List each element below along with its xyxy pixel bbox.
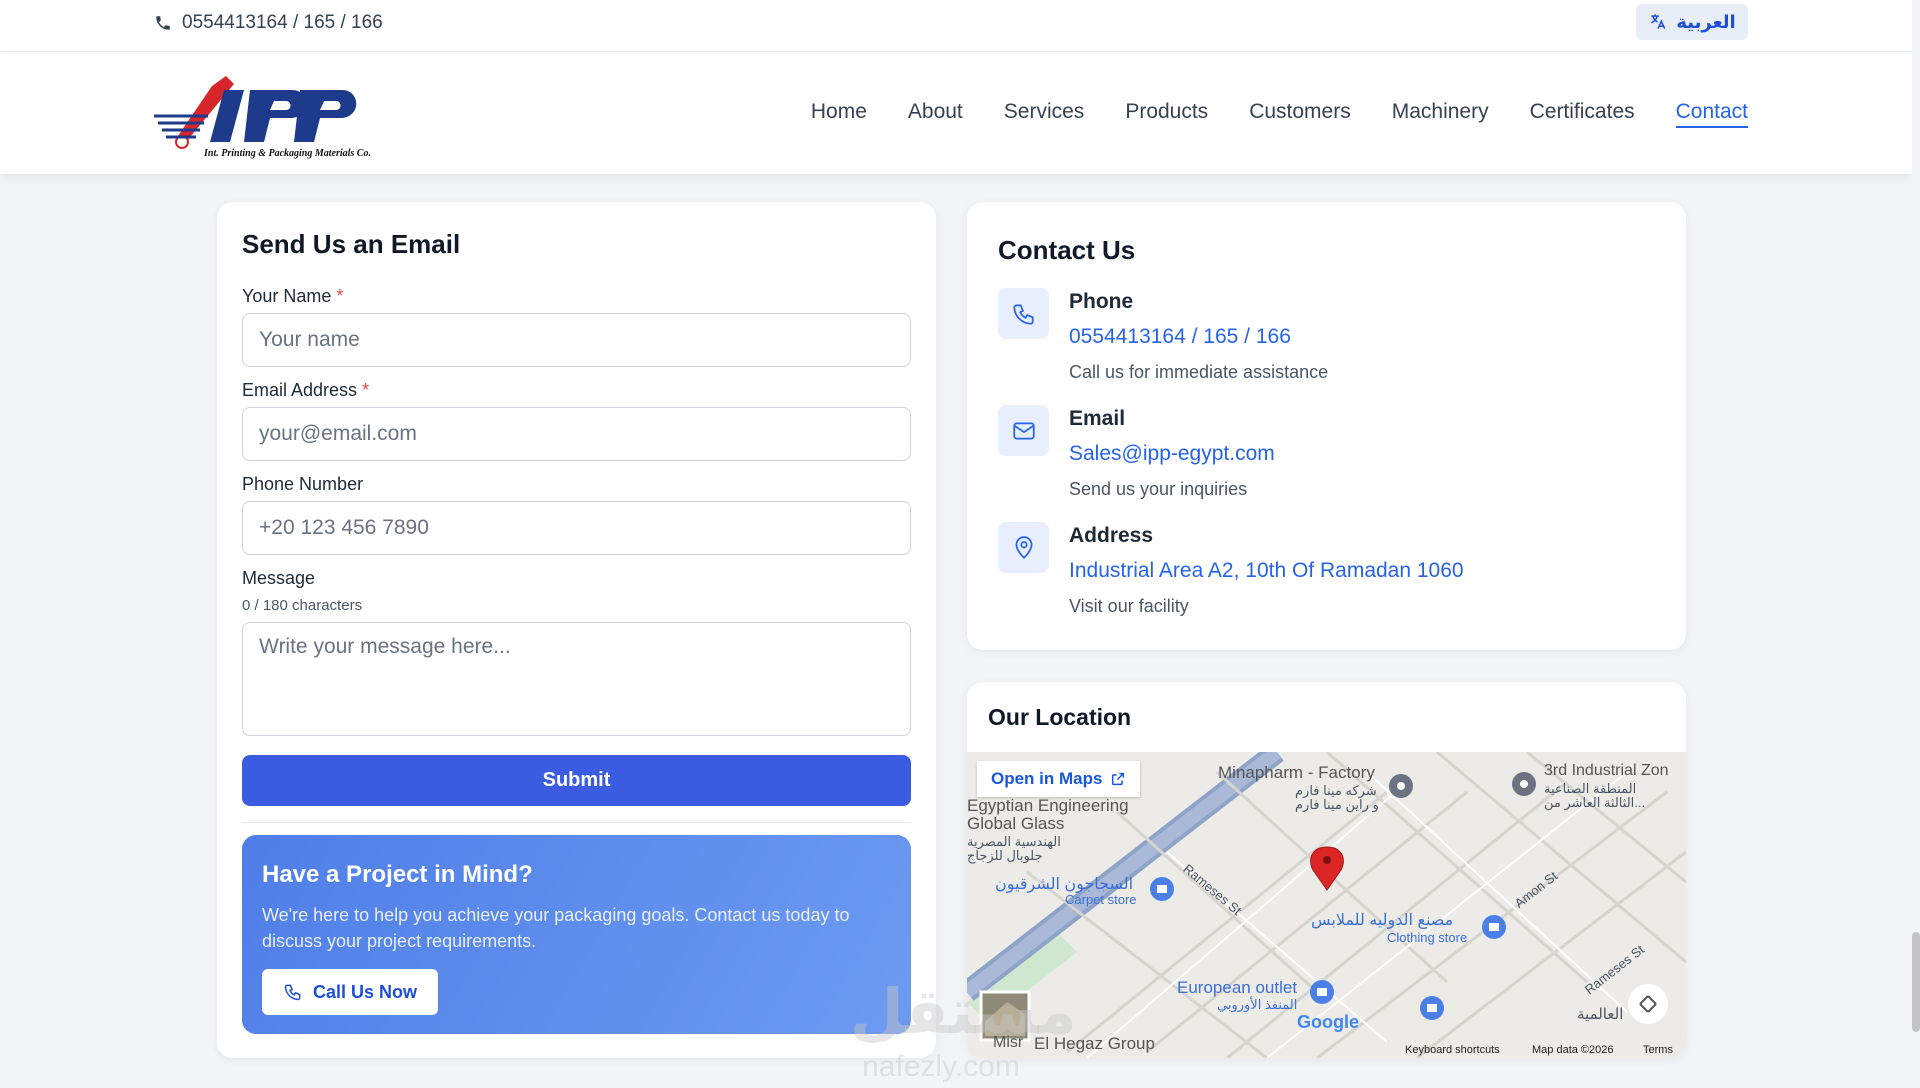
- name-label-text: Your Name: [242, 286, 332, 306]
- contact-address-sub: Visit our facility: [1069, 596, 1189, 616]
- contact-email-link[interactable]: Sales@ipp-egypt.com: [1069, 442, 1275, 466]
- site-header: Int. Printing & Packaging Materials Co. …: [0, 52, 1912, 174]
- map-label-industrial-zone: 3rd Industrial Zon: [1544, 762, 1669, 779]
- nav-machinery[interactable]: Machinery: [1392, 100, 1489, 128]
- phone-label: Phone Number: [242, 474, 364, 494]
- top-bar: 0554413164 / 165 / 166 العربية: [0, 0, 1912, 52]
- contact-phone-link[interactable]: 0554413164 / 165 / 166: [1069, 325, 1291, 349]
- call-us-now-label: Call Us Now: [312, 981, 418, 1002]
- external-link-icon: [1112, 772, 1125, 786]
- map-label-european-outlet: European outlet: [1177, 978, 1298, 997]
- name-label: Your Name *: [242, 286, 343, 307]
- language-switch-button[interactable]: العربية: [1636, 4, 1748, 40]
- nav-products[interactable]: Products: [1125, 100, 1208, 128]
- required-mark: *: [336, 286, 344, 306]
- message-textarea[interactable]: [242, 622, 911, 736]
- map-label-alamia: العالمية: [1577, 1006, 1624, 1023]
- map-label-carpet-store: Carpet store: [1065, 892, 1137, 907]
- page-scrollbar[interactable]: [1912, 0, 1920, 1088]
- main-nav: Home About Services Products Customers M…: [811, 100, 1748, 128]
- message-label: Message: [242, 568, 316, 588]
- logo-subtitle: Int. Printing & Packaging Materials Co.: [203, 148, 371, 159]
- map-label-minapharm: Minapharm - Factory: [1218, 763, 1375, 782]
- message-char-counter: 0 / 180 characters: [242, 597, 363, 614]
- open-in-maps-label: Open in Maps: [991, 769, 1103, 788]
- open-in-maps-button[interactable]: Open in Maps: [977, 761, 1141, 797]
- watermark-domain: nafezly.com: [862, 1050, 1020, 1083]
- name-input[interactable]: [242, 313, 911, 367]
- map-data-credit: Map data ©2026: [1532, 1044, 1614, 1056]
- nav-certificates[interactable]: Certificates: [1530, 100, 1635, 128]
- map-label-global-glass: Global Glass: [967, 814, 1065, 833]
- map-terms-link[interactable]: Terms: [1643, 1044, 1673, 1056]
- nav-contact[interactable]: Contact: [1675, 100, 1748, 128]
- scrollbar-thumb[interactable]: [1912, 932, 1920, 1032]
- call-us-now-button[interactable]: Call Us Now: [262, 969, 438, 1015]
- email-input[interactable]: [242, 407, 911, 461]
- mail-icon: [998, 405, 1049, 456]
- email-label: Email Address *: [242, 380, 369, 401]
- contact-phone-title: Phone: [1069, 290, 1134, 313]
- watermark: مستقل: [850, 978, 1077, 1047]
- nav-customers[interactable]: Customers: [1249, 100, 1351, 128]
- email-label-text: Email Address: [242, 380, 358, 400]
- contact-info-card: Contact Us Phone 0554413164 / 165 / 166 …: [967, 202, 1686, 650]
- contact-title: Contact Us: [998, 235, 1136, 265]
- nav-home[interactable]: Home: [811, 100, 867, 128]
- contact-address-link[interactable]: Industrial Area A2, 10th Of Ramadan 1060: [1069, 559, 1464, 583]
- map-pin-icon: [998, 522, 1049, 573]
- phone-icon: [284, 984, 301, 1001]
- google-logo: Google: [1297, 1012, 1359, 1032]
- map-label-industrial-zone-ar2: الثالثة العاشر من...: [1544, 795, 1646, 810]
- company-logo[interactable]: Int. Printing & Packaging Materials Co.: [152, 70, 402, 160]
- phone-icon: [998, 288, 1049, 339]
- map-keyboard-shortcuts[interactable]: Keyboard shortcuts: [1405, 1044, 1500, 1056]
- location-title: Our Location: [988, 704, 1132, 730]
- translate-icon: [1651, 14, 1666, 29]
- nav-services[interactable]: Services: [1004, 100, 1085, 128]
- map-label-european-outlet-ar: المنفذ الأوروبي: [1217, 997, 1298, 1012]
- promo-text: We're here to help you achieve your pack…: [262, 905, 850, 951]
- promo-title: Have a Project in Mind?: [262, 861, 533, 888]
- map-label-clothing-store: Clothing store: [1387, 930, 1468, 945]
- contact-phone-sub: Call us for immediate assistance: [1069, 362, 1329, 382]
- contact-address-title: Address: [1069, 524, 1154, 547]
- map-label-carpet-store-ar: السجاجون الشرقيون: [995, 876, 1134, 893]
- map-label-factory-ar: مصنع الدوليه للملابس: [1311, 912, 1454, 929]
- phone-icon: [156, 16, 170, 30]
- project-promo-banner: Have a Project in Mind? We're here to he…: [242, 835, 911, 1034]
- form-title: Send Us an Email: [242, 229, 461, 259]
- nav-about[interactable]: About: [908, 100, 963, 128]
- contact-email-sub: Send us your inquiries: [1069, 479, 1248, 499]
- email-form-card: Send Us an Email Your Name * Email Addre…: [217, 202, 936, 1058]
- required-mark: *: [362, 380, 370, 400]
- map-label-egyptian-engineering: Egyptian Engineering: [967, 796, 1129, 815]
- divider: [242, 822, 911, 823]
- submit-button[interactable]: Submit: [242, 755, 911, 806]
- topbar-phone-text: 0554413164 / 165 / 166: [182, 12, 383, 33]
- language-label: العربية: [1676, 11, 1736, 32]
- map-label-minapharm-ar2: و راين مينا فارم: [1295, 797, 1379, 812]
- topbar-phone[interactable]: 0554413164 / 165 / 166: [154, 12, 383, 34]
- phone-input[interactable]: [242, 501, 911, 555]
- map-label-global-glass-ar2: جلوبال للزجاج: [967, 848, 1043, 863]
- contact-email-title: Email: [1069, 407, 1126, 430]
